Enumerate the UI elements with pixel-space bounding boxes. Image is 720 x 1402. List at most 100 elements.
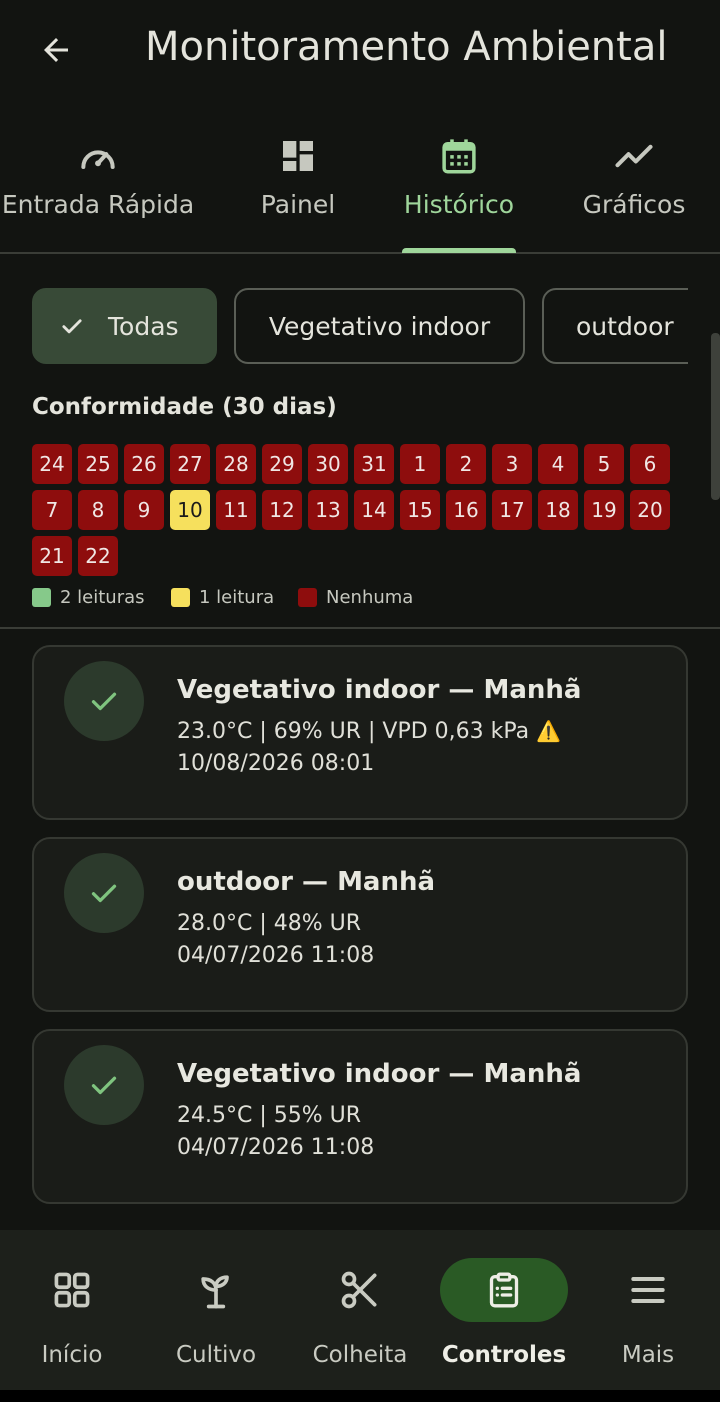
trending-up-icon [612,134,656,178]
calendar-day: 16 [446,490,486,530]
dashboard-icon [276,134,320,178]
nav-label: Cultivo [175,1342,257,1368]
reading-values: 28.0°C | 48% UR [177,911,362,936]
warning-icon: ⚠️ [536,719,562,743]
compliance-title: Conformidade (30 dias) [32,394,337,420]
calendar-day: 10 [170,490,210,530]
compliance-legend: 2 leituras 1 leitura Nenhuma [32,587,532,611]
check-icon [64,853,144,933]
nav-label: Colheita [312,1342,408,1368]
nav-controles[interactable]: Controles [432,1230,576,1390]
page-title: Monitoramento Ambiental [145,24,668,70]
calendar-day: 8 [78,490,118,530]
legend-label: 1 leitura [199,587,275,608]
calendar-day: 4 [538,444,578,484]
calendar-day: 7 [32,490,72,530]
reading-datetime: 10/08/2026 08:01 [177,751,375,776]
reading-values: 24.5°C | 55% UR [177,1103,362,1128]
reading-datetime: 04/07/2026 11:08 [177,943,375,968]
chip-vegetativo-indoor[interactable]: Vegetativo indoor [234,288,525,364]
calendar-day: 25 [78,444,118,484]
nav-label: Mais [621,1342,675,1368]
nav-mais[interactable]: Mais [576,1230,720,1390]
active-tab-indicator [402,248,516,253]
calendar-day: 12 [262,490,302,530]
reading-title: outdoor — Manhã [177,867,436,897]
nav-colheita[interactable]: Colheita [288,1230,432,1390]
calendar-day: 3 [492,444,532,484]
nav-cultivo[interactable]: Cultivo [144,1230,288,1390]
chip-todas[interactable]: Todas [32,288,217,364]
reading-card[interactable]: outdoor — Manhã 28.0°C | 48% UR 04/07/20… [32,837,688,1012]
calendar-day: 1 [400,444,440,484]
calendar-day: 26 [124,444,164,484]
calendar-icon [437,134,481,178]
legend-label: 2 leituras [60,587,145,608]
tab-bar: Entrada Rápida Painel Histórico Gráficos [0,124,720,254]
check-icon [62,319,82,334]
legend-one-reading: 1 leitura [171,587,274,608]
reading-title: Vegetativo indoor — Manhã [177,1059,582,1089]
tab-label: Painel [260,190,336,219]
app-bar: Monitoramento Ambiental [0,0,720,100]
nav-inicio[interactable]: Início [0,1230,144,1390]
reading-datetime: 04/07/2026 11:08 [177,1135,375,1160]
check-icon [64,1045,144,1125]
scrollbar[interactable] [711,333,720,500]
calendar-day: 20 [630,490,670,530]
reading-card[interactable]: Vegetativo indoor — Manhã 24.5°C | 55% U… [32,1029,688,1204]
calendar-day: 2 [446,444,486,484]
legend-two-readings: 2 leituras [32,587,145,608]
calendar-day: 15 [400,490,440,530]
calendar-day: 19 [584,490,624,530]
menu-icon [584,1258,712,1322]
calendar-day: 9 [124,490,164,530]
speedometer-icon [76,134,120,178]
calendar-day: 18 [538,490,578,530]
calendar-day: 31 [354,444,394,484]
legend-swatch [298,588,317,607]
reading-title: Vegetativo indoor — Manhã [177,675,582,705]
tab-label: Gráficos [582,190,686,219]
nav-label: Controles [441,1342,567,1368]
tab-painel[interactable]: Painel [238,124,358,252]
system-gesture-bar [0,1390,720,1402]
filter-chips: Todas Vegetativo indoor outdoor [32,288,688,364]
chip-label: Vegetativo indoor [268,311,491,341]
calendar-day: 13 [308,490,348,530]
calendar-day: 24 [32,444,72,484]
chip-outdoor[interactable]: outdoor [542,288,688,364]
legend-swatch [171,588,190,607]
calendar-day: 30 [308,444,348,484]
bottom-navigation: Início Cultivo Colheita Controles Mais [0,1230,720,1390]
calendar-day: 21 [32,536,72,576]
calendar-day: 14 [354,490,394,530]
reading-card[interactable]: Vegetativo indoor — Manhã 23.0°C | 69% U… [32,645,688,820]
chip-label: Todas [108,311,179,341]
tab-label: Histórico [403,190,515,219]
chip-label: outdoor [576,311,674,341]
scissors-icon [296,1258,424,1322]
calendar-day: 28 [216,444,256,484]
tab-graficos[interactable]: Gráficos [574,124,694,252]
calendar-day: 27 [170,444,210,484]
check-icon [64,661,144,741]
clipboard-icon [440,1258,568,1322]
sprout-icon [152,1258,280,1322]
tab-historico[interactable]: Histórico [392,124,526,252]
legend-swatch [32,588,51,607]
tab-label: Entrada Rápida [1,190,195,219]
calendar-day: 6 [630,444,670,484]
back-button[interactable] [32,26,80,74]
calendar-day: 5 [584,444,624,484]
calendar-day: 29 [262,444,302,484]
section-divider [0,627,720,629]
nav-label: Início [41,1342,103,1368]
reading-values-text: 23.0°C | 69% UR | VPD 0,63 kPa [177,719,530,744]
tab-entrada-rapida[interactable]: Entrada Rápida [0,124,196,252]
legend-none: Nenhuma [298,587,413,608]
calendar-day: 11 [216,490,256,530]
arrow-back-icon [44,38,68,62]
calendar-day: 17 [492,490,532,530]
legend-label: Nenhuma [326,587,414,608]
